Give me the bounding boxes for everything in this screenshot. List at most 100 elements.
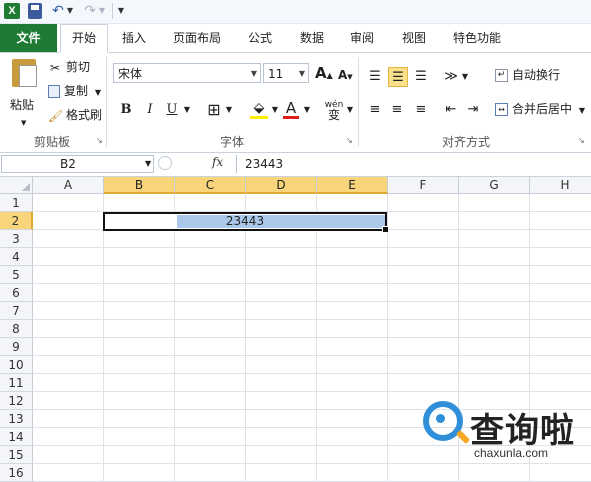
font-color-icon[interactable]: A — [283, 100, 299, 119]
orientation-icon[interactable]: ≫ — [442, 67, 460, 87]
merge-center-button[interactable]: ↔ 合并后居中 ▼ — [495, 99, 585, 119]
name-box-dropdown-icon[interactable]: ▼ — [145, 156, 151, 172]
row-header-5[interactable]: 5 — [0, 266, 33, 284]
row-header-7[interactable]: 7 — [0, 302, 33, 320]
shrink-font-button[interactable]: A▼ — [338, 65, 354, 85]
copy-button[interactable]: 复制 ▼ — [48, 81, 101, 101]
row-header-13[interactable]: 13 — [0, 410, 33, 428]
phonetic-guide-button[interactable]: wén 变 — [323, 100, 345, 121]
clipboard-group-label: 剪贴板 — [33, 135, 70, 149]
undo-icon[interactable]: ↶ — [50, 3, 66, 19]
underline-button[interactable]: U — [164, 100, 180, 120]
name-box[interactable]: B2 ▼ — [1, 155, 154, 173]
save-icon[interactable] — [28, 3, 42, 19]
increase-indent-icon[interactable]: ⇥ — [464, 100, 482, 120]
clipboard-launcher-icon[interactable]: ↘ — [96, 137, 104, 145]
fill-color-dropdown-icon[interactable]: ▼ — [270, 100, 280, 120]
column-header-h[interactable]: H — [530, 177, 591, 194]
font-size-dropdown-icon[interactable]: ▼ — [299, 64, 305, 84]
row-header-4[interactable]: 4 — [0, 248, 33, 266]
toolbar-separator — [112, 3, 113, 19]
align-middle-icon[interactable]: ☰ — [388, 67, 408, 87]
ribbon: 粘贴 ▼ ✂ 剪切 复制 ▼ 🖌 格式刷 剪贴板 ↘ 宋体 ▼ 11 ▼ A▲ A▼… — [0, 53, 591, 153]
insert-function-icon[interactable]: fx — [212, 155, 223, 169]
formula-bar: B2 ▼ fx 23443 — [0, 153, 591, 177]
gridline-vertical — [103, 194, 104, 482]
redo-icon[interactable]: ↷ — [82, 3, 98, 19]
formula-input[interactable]: 23443 — [236, 155, 591, 173]
wrap-text-icon: ↵ — [495, 69, 508, 82]
borders-dropdown-icon[interactable]: ▼ — [224, 100, 234, 120]
font-name-dropdown-icon[interactable]: ▼ — [251, 64, 257, 84]
align-center-icon[interactable]: ≡ — [388, 100, 406, 120]
row-header-11[interactable]: 11 — [0, 374, 33, 392]
font-size-select[interactable]: 11 ▼ — [263, 63, 309, 83]
align-bottom-icon[interactable]: ☰ — [412, 67, 430, 87]
tab-page-layout[interactable]: 页面布局 — [165, 24, 229, 52]
tab-review[interactable]: 审阅 — [340, 24, 384, 52]
grow-font-button[interactable]: A▲ — [315, 63, 333, 83]
grow-font-label: A — [315, 64, 327, 82]
row-header-15[interactable]: 15 — [0, 446, 33, 464]
gridline-vertical — [316, 194, 317, 482]
fill-color-icon[interactable]: ⬙ — [250, 100, 268, 119]
tab-data[interactable]: 数据 — [290, 24, 334, 52]
italic-button[interactable]: I — [142, 100, 158, 120]
column-header-b[interactable]: B — [104, 177, 175, 194]
align-right-icon[interactable]: ≡ — [412, 100, 430, 120]
align-left-icon[interactable]: ≡ — [366, 100, 384, 120]
font-color-dropdown-icon[interactable]: ▼ — [302, 100, 312, 120]
phonetic-dropdown-icon[interactable]: ▼ — [345, 100, 355, 120]
row-header-16[interactable]: 16 — [0, 464, 33, 482]
column-header-g[interactable]: G — [459, 177, 530, 194]
tab-features[interactable]: 特色功能 — [445, 24, 509, 52]
orientation-dropdown-icon[interactable]: ▼ — [460, 67, 470, 87]
redo-dropdown-icon[interactable]: ▼ — [98, 3, 106, 19]
excel-logo-icon[interactable]: X — [4, 3, 20, 19]
column-header-d[interactable]: D — [246, 177, 317, 194]
row-header-10[interactable]: 10 — [0, 356, 33, 374]
column-header-a[interactable]: A — [33, 177, 104, 194]
formula-bar-handle[interactable] — [158, 156, 172, 170]
row-header-12[interactable]: 12 — [0, 392, 33, 410]
row-header-2[interactable]: 2 — [0, 212, 33, 230]
bold-button[interactable]: B — [118, 100, 134, 120]
paste-button[interactable]: 粘贴 ▼ — [8, 59, 42, 127]
select-all-button[interactable] — [0, 177, 33, 194]
gridline-horizontal — [33, 247, 591, 248]
cell-b2[interactable]: 23443 — [103, 212, 387, 231]
shrink-font-arrow-icon: ▼ — [347, 73, 353, 81]
row-header-14[interactable]: 14 — [0, 428, 33, 446]
cut-button[interactable]: ✂ 剪切 — [48, 57, 90, 77]
format-painter-button[interactable]: 🖌 格式刷 — [48, 105, 102, 125]
decrease-indent-icon[interactable]: ⇤ — [442, 100, 460, 120]
copy-dropdown-icon[interactable]: ▼ — [95, 88, 101, 97]
font-launcher-icon[interactable]: ↘ — [346, 137, 354, 145]
font-name-select[interactable]: 宋体 ▼ — [113, 63, 261, 83]
row-header-8[interactable]: 8 — [0, 320, 33, 338]
grow-font-arrow-icon: ▲ — [326, 71, 333, 80]
row-header-6[interactable]: 6 — [0, 284, 33, 302]
wrap-text-button[interactable]: ↵ 自动换行 — [495, 65, 560, 85]
align-top-icon[interactable]: ☰ — [366, 67, 384, 87]
borders-icon[interactable]: ⊞ — [205, 100, 223, 120]
row-header-1[interactable]: 1 — [0, 194, 33, 212]
row-header-9[interactable]: 9 — [0, 338, 33, 356]
column-header-f[interactable]: F — [388, 177, 459, 194]
paste-dropdown-icon[interactable]: ▼ — [21, 113, 26, 133]
column-header-c[interactable]: C — [175, 177, 246, 194]
gridline-horizontal — [33, 283, 591, 284]
column-header-e[interactable]: E — [317, 177, 388, 194]
tab-insert[interactable]: 插入 — [112, 24, 156, 52]
alignment-group-label: 对齐方式 — [441, 135, 490, 149]
merge-center-dropdown-icon[interactable]: ▼ — [579, 106, 585, 115]
tab-view[interactable]: 视图 — [392, 24, 436, 52]
tab-formulas[interactable]: 公式 — [238, 24, 282, 52]
underline-dropdown-icon[interactable]: ▼ — [182, 100, 192, 120]
tab-home[interactable]: 开始 — [60, 24, 108, 53]
alignment-launcher-icon[interactable]: ↘ — [578, 137, 586, 145]
customize-toolbar-icon[interactable]: ▼ — [116, 3, 126, 19]
row-header-3[interactable]: 3 — [0, 230, 33, 248]
tab-file[interactable]: 文件 — [0, 24, 57, 52]
undo-dropdown-icon[interactable]: ▼ — [66, 3, 74, 19]
